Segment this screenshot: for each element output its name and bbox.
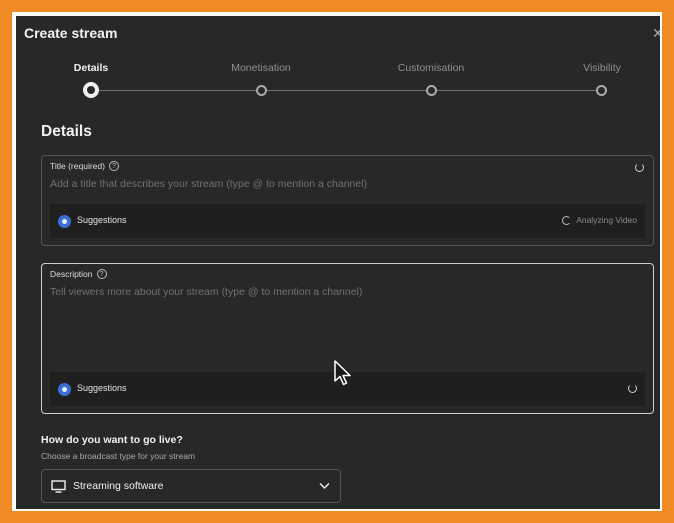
loading-spinner-icon <box>562 215 572 225</box>
suggestions-label[interactable]: Suggestions <box>77 215 127 225</box>
suggestions-label[interactable]: Suggestions <box>77 383 127 393</box>
analyzing-label: Analyzing Video <box>576 215 637 225</box>
dialog-header: Create stream ✕ <box>16 16 660 52</box>
stepper-track <box>91 90 601 91</box>
go-live-title: How do you want to go live? <box>41 434 183 446</box>
step-label: Visibility <box>583 62 621 74</box>
analyzing-status: Analyzing Video <box>562 215 637 225</box>
title-suggestions-bar[interactable]: Suggestions Analyzing Video <box>50 204 645 238</box>
title-field[interactable]: Title (required) ? Add a title that desc… <box>41 155 654 246</box>
go-live-subtitle: Choose a broadcast type for your stream <box>41 451 196 461</box>
close-icon[interactable]: ✕ <box>652 25 660 39</box>
step-visibility[interactable]: Visibility <box>572 62 632 74</box>
step-details[interactable]: Details <box>61 62 121 74</box>
description-field-label: Description ? <box>50 269 107 279</box>
broadcast-type-select[interactable]: Streaming software <box>41 469 341 503</box>
help-icon[interactable]: ? <box>96 269 107 279</box>
description-label-text: Description <box>50 269 93 279</box>
title-field-label: Title (required) ? <box>50 161 119 171</box>
description-placeholder[interactable]: Tell viewers more about your stream (typ… <box>50 286 362 298</box>
step-label: Details <box>73 62 109 74</box>
step-dot-visibility[interactable] <box>596 85 607 96</box>
title-placeholder[interactable]: Add a title that describes your stream (… <box>50 178 367 190</box>
suggestions-icon <box>58 383 71 396</box>
section-title: Details <box>41 123 92 140</box>
broadcast-type-value: Streaming software <box>73 480 164 492</box>
chevron-down-icon <box>319 483 330 489</box>
step-dot-customisation[interactable] <box>426 85 437 96</box>
suggestions-icon <box>58 215 71 228</box>
spinner-icon <box>635 163 644 172</box>
step-customisation[interactable]: Customisation <box>386 62 476 74</box>
dialog-title: Create stream <box>24 25 118 41</box>
title-label-text: Title (required) <box>50 161 105 171</box>
refresh-spinner-icon[interactable] <box>628 384 637 393</box>
step-label: Customisation <box>397 62 465 74</box>
description-field[interactable]: Description ? Tell viewers more about yo… <box>41 263 654 414</box>
step-label: Monetisation <box>231 62 291 74</box>
help-icon[interactable]: ? <box>108 161 119 171</box>
monitor-icon <box>51 480 66 493</box>
create-stream-dialog: Create stream ✕ Details Monetisation Cus… <box>16 16 660 509</box>
step-monetisation[interactable]: Monetisation <box>221 62 301 74</box>
mouse-cursor-icon <box>334 360 351 386</box>
step-dot-monetisation[interactable] <box>256 85 267 96</box>
stepper: Details Monetisation Customisation Visib… <box>16 62 660 102</box>
step-dot-details[interactable] <box>83 82 99 98</box>
